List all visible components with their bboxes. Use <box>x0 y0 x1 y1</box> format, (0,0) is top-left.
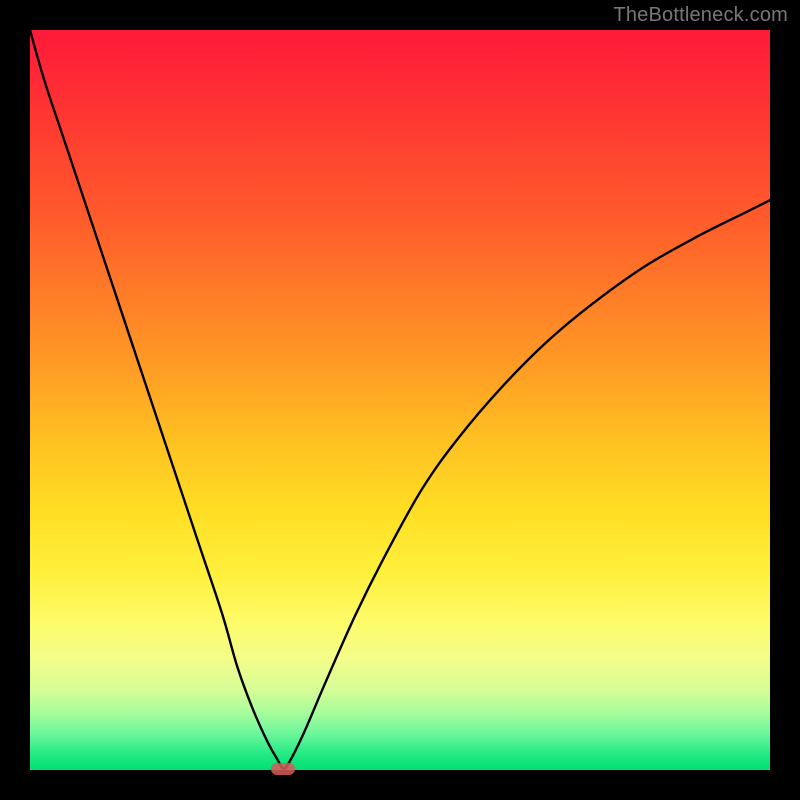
minimum-marker <box>271 763 295 775</box>
bottleneck-curve <box>30 30 770 770</box>
watermark-text: TheBottleneck.com <box>613 4 788 27</box>
plot-area <box>30 30 770 770</box>
chart-frame: TheBottleneck.com <box>0 0 800 800</box>
